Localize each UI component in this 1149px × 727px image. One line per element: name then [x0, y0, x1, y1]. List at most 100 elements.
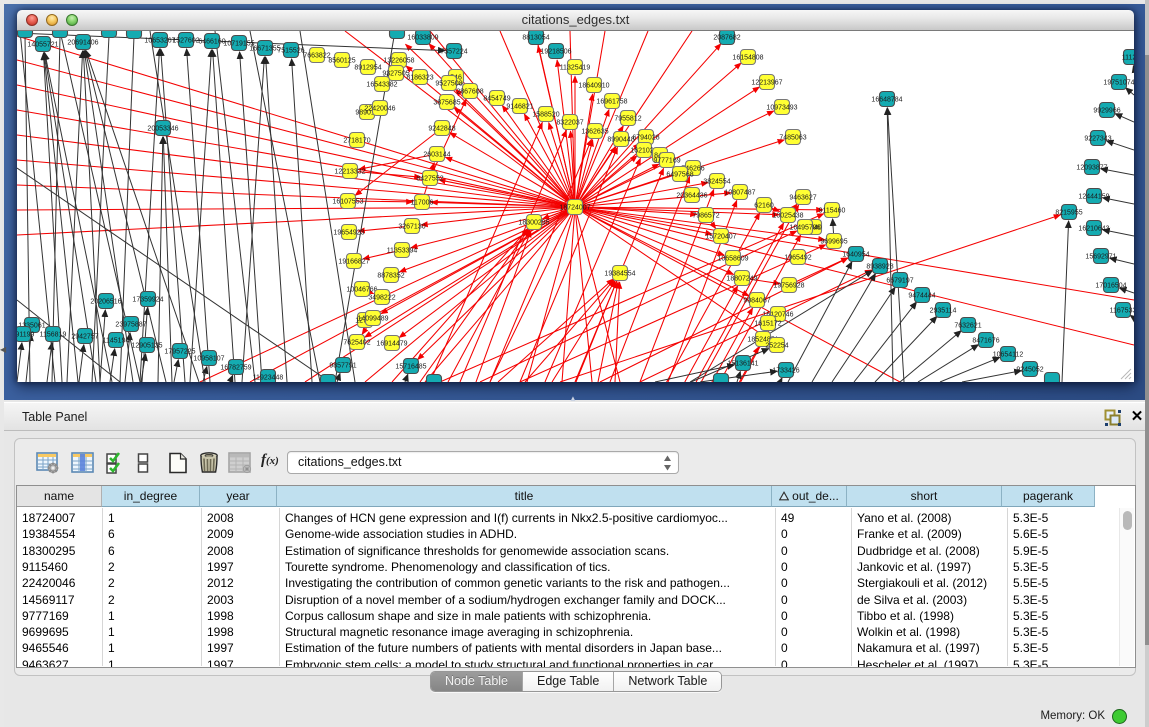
delete-table-icon[interactable] — [197, 452, 221, 474]
graph-node[interactable]: 1965492 — [784, 250, 811, 265]
graph-node[interactable]: 16961758 — [596, 94, 627, 109]
graph-node[interactable]: 3824554 — [703, 174, 730, 189]
graph-node[interactable]: 10653267 — [144, 33, 175, 48]
graph-node[interactable]: 15720407 — [705, 229, 736, 244]
cell-in_degree[interactable]: 1 — [103, 640, 201, 656]
graph-node[interactable]: 8878352 — [377, 268, 404, 283]
graph-node[interactable]: 62160 — [754, 198, 774, 213]
cell-name[interactable]: 9463627 — [17, 657, 102, 668]
column-header-in_degree[interactable]: in_degree — [102, 486, 200, 507]
cell-pagerank[interactable]: 5.3E-5 — [1008, 657, 1101, 668]
network-canvas[interactable]: 1405572120691406106532671527602646616010… — [17, 31, 1134, 382]
graph-edge[interactable] — [780, 378, 782, 382]
cell-short[interactable]: Stergiakouli et al. (2012) — [852, 575, 1007, 591]
cell-name[interactable]: 18300295 — [17, 543, 102, 559]
graph-node[interactable]: 10658609 — [717, 251, 748, 266]
graph-node[interactable]: 2087682 — [713, 31, 740, 45]
cell-year[interactable]: 1997 — [202, 559, 279, 575]
graph-edge[interactable] — [812, 274, 875, 382]
cell-pagerank[interactable]: 5.6E-5 — [1008, 526, 1101, 542]
graph-edge[interactable] — [832, 288, 895, 383]
cell-pagerank[interactable]: 5.3E-5 — [1008, 592, 1101, 608]
table-vertical-scrollbar[interactable] — [1119, 508, 1134, 666]
graph-node[interactable] — [321, 375, 336, 383]
graph-node[interactable]: 15716485 — [395, 359, 426, 374]
graph-node[interactable]: 12093877 — [1076, 160, 1107, 175]
graph-node[interactable]: 9699695 — [820, 234, 847, 249]
cell-short[interactable]: Franke et al. (2009) — [852, 526, 1007, 542]
graph-node[interactable]: 16782759 — [220, 360, 251, 375]
cell-name[interactable]: 9465546 — [17, 640, 102, 656]
tab-edge-table[interactable]: Edge Table — [523, 672, 614, 691]
graph-edge[interactable] — [266, 57, 287, 382]
cell-year[interactable]: 1997 — [202, 640, 279, 656]
graph-node[interactable]: 16107553 — [332, 194, 363, 209]
graph-node[interactable]: 16648784 — [871, 92, 902, 107]
column-header-year[interactable]: year — [200, 486, 277, 507]
float-panel-icon[interactable] — [1104, 409, 1122, 427]
cell-name[interactable]: 19384554 — [17, 526, 102, 542]
graph-node[interactable]: 12444159 — [1078, 189, 1109, 204]
graph-edge[interactable] — [140, 49, 160, 382]
graph-edge[interactable] — [962, 371, 1021, 382]
graph-node[interactable] — [1045, 373, 1060, 383]
cell-short[interactable]: Hescheler et al. (1997) — [852, 657, 1007, 668]
select-all-icon[interactable] — [105, 452, 129, 474]
cell-title[interactable]: Estimation of significance thresholds fo… — [280, 543, 775, 559]
select-column-icon[interactable] — [71, 452, 95, 474]
graph-node[interactable]: 19384554 — [604, 266, 635, 281]
cell-title[interactable]: Changes of HCN gene expression and I(f) … — [280, 510, 775, 526]
cell-short[interactable]: Dudbridge et al. (2008) — [852, 543, 1007, 559]
cell-year[interactable]: 2008 — [202, 543, 279, 559]
cell-out_de[interactable]: 0 — [776, 640, 851, 656]
cell-pagerank[interactable]: 5.3E-5 — [1008, 608, 1101, 624]
graph-edge[interactable] — [1133, 66, 1134, 68]
graph-edge[interactable] — [47, 343, 52, 382]
cell-short[interactable]: Wolkin et al. (1998) — [852, 624, 1007, 640]
cell-title[interactable]: Genome-wide association studies in ADHD. — [280, 526, 775, 542]
minimize-button[interactable] — [46, 14, 58, 26]
graph-node[interactable]: 2935114 — [930, 303, 957, 318]
graph-node[interactable]: 15692971 — [1085, 249, 1116, 264]
graph-node[interactable]: 7632621 — [954, 318, 981, 333]
cell-year[interactable]: 2008 — [202, 510, 279, 526]
network-window-titlebar[interactable]: citations_edges.txt — [17, 10, 1134, 31]
cell-title[interactable]: Investigating the contribution of common… — [280, 575, 775, 591]
graph-edge[interactable] — [854, 302, 917, 382]
graph-node[interactable]: 7485063 — [779, 130, 806, 145]
graph-node[interactable]: 9245052 — [1016, 362, 1043, 377]
cell-title[interactable]: Structural magnetic resonance image aver… — [280, 624, 775, 640]
cell-in_degree[interactable]: 2 — [103, 592, 201, 608]
graph-edge[interactable] — [337, 374, 340, 383]
table-row[interactable]: 1456911722003Disruption of a novel membe… — [17, 592, 1135, 609]
table-settings-icon[interactable] — [36, 452, 60, 474]
graph-node[interactable]: 3875685 — [433, 95, 460, 110]
cell-name[interactable]: 9777169 — [17, 608, 102, 624]
cell-pagerank[interactable]: 5.5E-5 — [1008, 575, 1101, 591]
graph-edge[interactable] — [405, 374, 408, 382]
cell-year[interactable]: 1998 — [202, 624, 279, 640]
cell-title[interactable]: Embryonic stem cells: a model to study s… — [280, 657, 775, 668]
graph-node[interactable] — [18, 31, 33, 38]
graph-node[interactable]: 9463627 — [789, 190, 816, 205]
cell-title[interactable]: Corpus callosum shape and size in male p… — [280, 608, 775, 624]
graph-edge[interactable] — [1126, 88, 1134, 95]
graph-node[interactable]: 7357224 — [440, 44, 467, 59]
graph-edge[interactable] — [161, 49, 185, 382]
graph-node[interactable] — [714, 374, 729, 383]
graph-node[interactable]: 16154808 — [732, 50, 763, 65]
graph-node[interactable]: 20206516 — [90, 294, 121, 309]
graph-node[interactable]: 7986572 — [692, 208, 719, 223]
graph-edge[interactable] — [460, 130, 567, 382]
table-row[interactable]: 977716911998Corpus callosum shape and si… — [17, 608, 1135, 625]
cell-year[interactable]: 2009 — [202, 526, 279, 542]
graph-node[interactable]: 8215955 — [1055, 205, 1082, 220]
graph-node[interactable]: 3267130 — [398, 219, 425, 234]
graph-node[interactable] — [390, 31, 405, 39]
zoom-button[interactable] — [66, 14, 78, 26]
cell-in_degree[interactable]: 6 — [103, 526, 201, 542]
tab-network-table[interactable]: Network Table — [614, 672, 721, 691]
graph-node[interactable]: 9227343 — [1084, 131, 1111, 146]
cell-name[interactable]: 14569117 — [17, 592, 102, 608]
new-table-icon[interactable] — [166, 452, 190, 474]
